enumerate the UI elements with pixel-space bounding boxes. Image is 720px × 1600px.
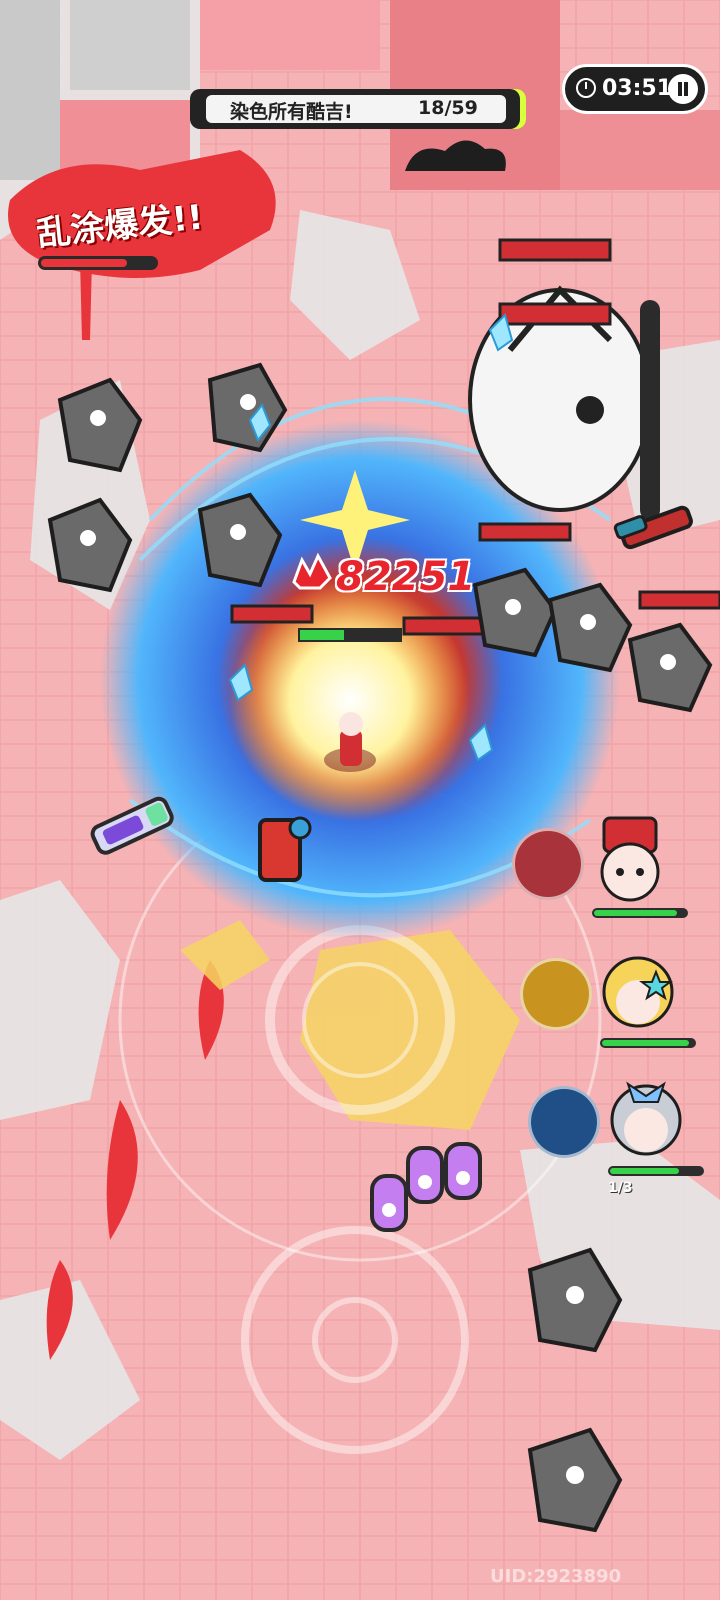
pause-button[interactable]: [668, 74, 698, 104]
damage-number: 82251: [336, 554, 476, 600]
ally-skill-icon[interactable]: [520, 958, 592, 1030]
ally-portrait-silver-hero: [610, 1081, 682, 1156]
ally-skill-icon[interactable]: [528, 1086, 600, 1158]
ally-portrait-hat-hero: [600, 816, 660, 902]
timer-text: 03:51: [602, 76, 673, 101]
ally-portrait-star-hero: [602, 956, 674, 1028]
skill-charge-fill: [41, 259, 127, 267]
objective-text: 染色所有酷吉!: [230, 101, 353, 123]
clock-icon: [576, 78, 596, 98]
skill-burst-banner[interactable]: 乱涂爆发!!: [14, 150, 294, 290]
ally-health-bar: [592, 908, 688, 918]
uid-watermark: UID:2923890: [490, 1566, 622, 1587]
skill-burst-label: 乱涂爆发!!: [34, 197, 206, 255]
match-timer: 03:51: [562, 64, 708, 114]
team-member-2[interactable]: [520, 942, 710, 1052]
ally-skill-charges: 1/3: [608, 1180, 633, 1196]
team-member-3[interactable]: 1/3: [528, 1070, 718, 1196]
skill-charge-meter: [38, 256, 158, 270]
objective-progress: 18/59: [418, 97, 478, 119]
damage-popup: 82251: [290, 552, 475, 602]
ally-health-fill: [602, 1040, 689, 1046]
ally-health-bar: [600, 1038, 696, 1048]
team-member-1[interactable]: [512, 812, 702, 922]
ally-skill-icon[interactable]: [512, 828, 584, 900]
paint-splat-icon: [405, 140, 506, 171]
game-stage[interactable]: 染色所有酷吉! 18/59 03:51 乱涂爆发!! 82251 1/3 UID…: [0, 0, 720, 1600]
ally-health-fill: [594, 910, 677, 916]
objective-bar: 染色所有酷吉! 18/59: [190, 83, 530, 171]
crit-splash-icon: [292, 552, 332, 590]
ally-health-fill: [610, 1168, 679, 1174]
ally-health-bar: [608, 1166, 704, 1176]
